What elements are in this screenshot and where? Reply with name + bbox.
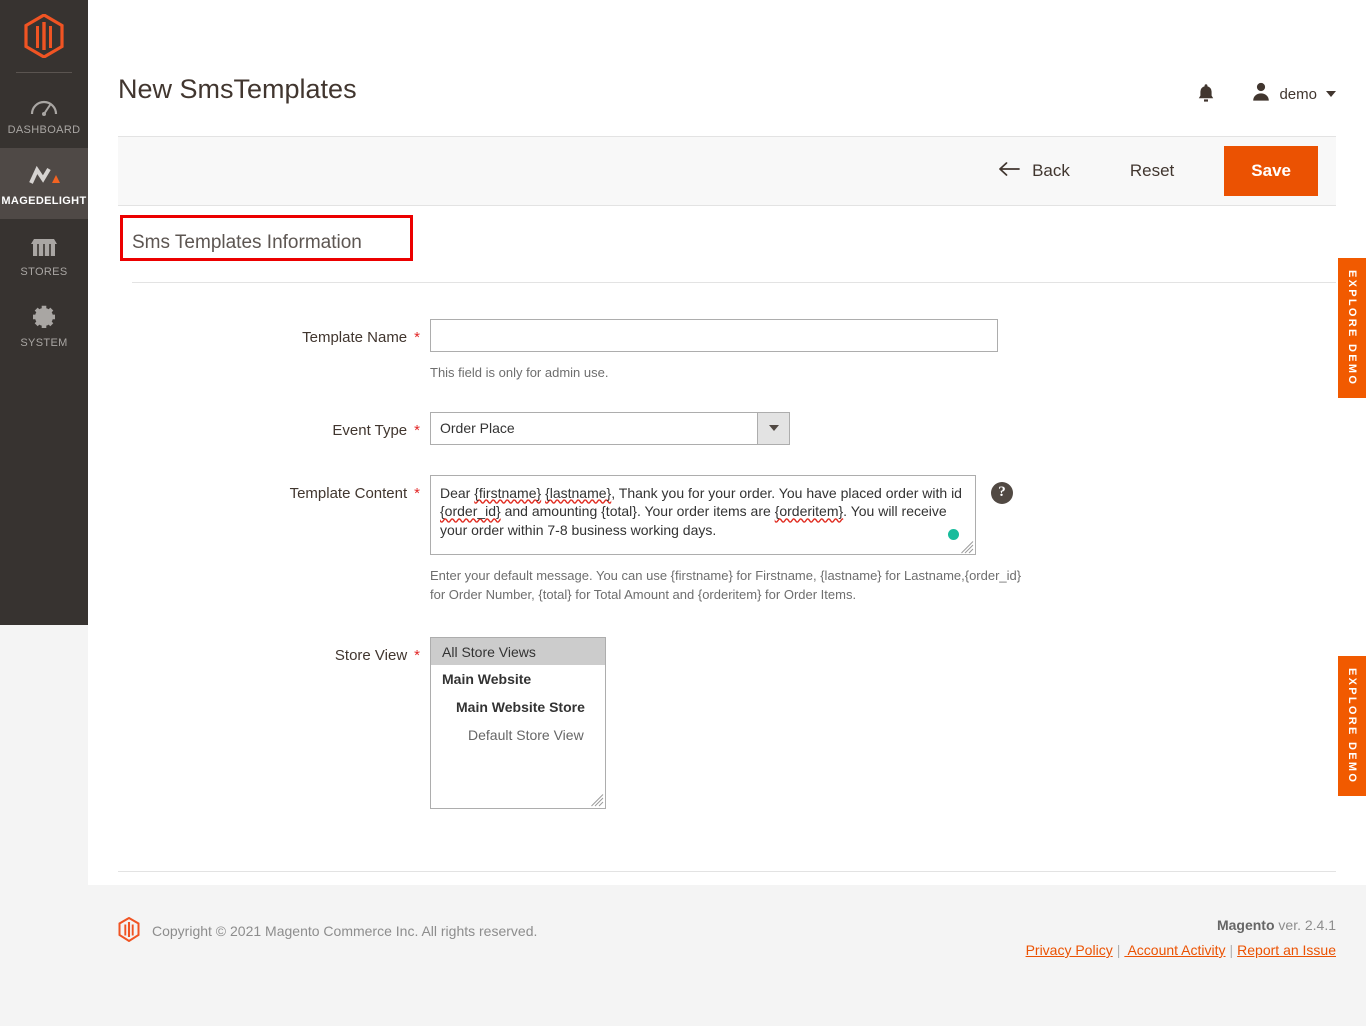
- control-template-content: Dear {firstname} {lastname}, Thank you f…: [430, 474, 1336, 605]
- section-title: Sms Templates Information: [132, 232, 362, 253]
- sms-template-form: Template Name * This field is only for ad…: [118, 283, 1336, 809]
- footer-brand: Magento: [1216, 917, 1275, 933]
- required-asterisk: *: [414, 484, 420, 502]
- store-view-option[interactable]: Main Website: [431, 665, 605, 693]
- footer-version-number: ver. 2.4.1: [1274, 917, 1336, 933]
- store-view-option[interactable]: Main Website Store: [431, 693, 605, 721]
- resize-grip-icon[interactable]: [591, 793, 604, 807]
- resize-grip-icon[interactable]: [961, 540, 974, 554]
- footer-version: Magento ver. 2.4.1: [1026, 917, 1336, 933]
- label-template-content: Template Content *: [289, 484, 420, 502]
- misspelled-token: {orderitem}: [774, 503, 844, 520]
- footer-right: Magento ver. 2.4.1 Privacy Policy | Accou…: [1026, 917, 1336, 958]
- template-content-text: Dear {firstname} {lastname}, Thank you f…: [440, 485, 962, 538]
- page-title: New SmsTemplates: [118, 74, 357, 104]
- sidebar-label-system: SYSTEM: [20, 337, 68, 349]
- explore-demo-tab-top[interactable]: EXPLORE DEMO: [1338, 258, 1366, 398]
- magento-footer-logo-icon: [118, 916, 140, 945]
- page-footer: Copyright © 2021 Magento Commerce Inc. A…: [88, 885, 1366, 1026]
- field-template-name: Template Name * This field is only for ad…: [118, 319, 1336, 383]
- control-template-name: This field is only for admin use.: [430, 319, 1336, 383]
- save-button[interactable]: Save: [1224, 146, 1318, 196]
- sidebar-label-magedelight: MAGEDELIGHT: [1, 195, 87, 207]
- section-title-row: Sms Templates Information: [118, 206, 1336, 282]
- required-asterisk: *: [414, 329, 420, 346]
- store-view-multiselect[interactable]: All Store Views Main Website Main Website …: [430, 636, 606, 809]
- footer-links: Privacy Policy | Account Activity | Report …: [1026, 942, 1336, 958]
- sidebar-label-stores: STORES: [20, 266, 68, 278]
- page-header: New SmsTemplates demo: [88, 0, 1366, 136]
- header-actions: demo: [1196, 82, 1336, 106]
- dashboard-gauge-icon: [30, 87, 58, 117]
- content-bottom-divider: [118, 870, 1336, 872]
- magento-logo-glyph: [24, 14, 64, 58]
- footer-copyright: Copyright © 2021 Magento Commerce Inc. A…: [118, 916, 538, 945]
- note-template-name: This field is only for admin use.: [430, 365, 609, 380]
- misspelled-token: {order_id}: [440, 503, 501, 520]
- arrow-left-icon: [999, 161, 1021, 181]
- footer-link-separator: |: [1116, 942, 1121, 958]
- footer-link-privacy-policy[interactable]: Privacy Policy: [1026, 942, 1113, 958]
- store-view-option[interactable]: Default Store View: [431, 721, 605, 749]
- sidebar-item-stores[interactable]: STORES: [0, 219, 88, 290]
- footer-link-separator: |: [1229, 942, 1234, 958]
- footer-link-report-an-issue[interactable]: Report an Issue: [1237, 942, 1336, 958]
- page-actions-toolbar: Back Reset Save: [118, 136, 1336, 206]
- event-type-selected-value: Order Place: [440, 420, 515, 437]
- form-section: Sms Templates Information Template Name *…: [88, 206, 1366, 809]
- footer-copyright-text: Copyright © 2021 Magento Commerce Inc. A…: [152, 923, 538, 939]
- main-content: New SmsTemplates demo Back Reset Save Sm…: [88, 0, 1366, 1026]
- note-template-content: Enter your default message. You can use …: [430, 567, 1022, 602]
- user-avatar-icon: [1252, 82, 1270, 106]
- label-event-type: Event Type *: [332, 421, 420, 439]
- store-view-option[interactable]: All Store Views: [431, 637, 605, 666]
- content-text: and amounting {total}. Your order items …: [500, 503, 775, 520]
- user-name-label: demo: [1279, 85, 1317, 103]
- label-store-view: Store View *: [334, 646, 420, 664]
- explore-demo-tab-bottom[interactable]: EXPLORE DEMO: [1338, 656, 1366, 796]
- content-text: , Thank you for your order. You have pla…: [611, 484, 962, 501]
- user-menu[interactable]: demo: [1252, 82, 1336, 106]
- magento-logo-icon[interactable]: [0, 0, 88, 72]
- misspelled-token: {lastname}: [545, 484, 612, 501]
- control-store-view: All Store Views Main Website Main Website …: [430, 636, 1336, 809]
- back-button-label: Back: [1032, 161, 1070, 180]
- field-template-content: Template Content * Dear {firstname} {last…: [118, 474, 1336, 605]
- admin-sidebar: DASHBOARD MAGEDELIGHT STORES SYSTEM: [0, 0, 88, 625]
- field-store-view: Store View * All Store Views Main Website M…: [118, 636, 1336, 809]
- required-asterisk: *: [414, 421, 420, 439]
- content-text: Dear: [440, 484, 475, 501]
- event-type-select[interactable]: Order Place: [430, 411, 790, 445]
- label-template-name: Template Name *: [302, 329, 420, 346]
- sidebar-divider: [16, 72, 72, 73]
- sidebar-item-dashboard[interactable]: DASHBOARD: [0, 77, 88, 148]
- footer-link-account-activity[interactable]: Account Activity: [1124, 942, 1225, 958]
- template-content-row: Dear {firstname} {lastname}, Thank you f…: [430, 474, 1336, 555]
- control-event-type: Order Place: [430, 411, 1336, 445]
- chevron-down-icon[interactable]: [757, 412, 789, 444]
- reset-button[interactable]: Reset: [1106, 153, 1198, 189]
- store-icon: [30, 229, 58, 259]
- status-dot-icon: [948, 528, 959, 540]
- notification-bell-icon[interactable]: [1196, 83, 1216, 105]
- help-question-icon[interactable]: ?: [991, 481, 1013, 504]
- field-event-type: Event Type * Order Place: [118, 411, 1336, 445]
- required-asterisk: *: [414, 646, 420, 664]
- sidebar-item-system[interactable]: SYSTEM: [0, 290, 88, 361]
- template-name-input[interactable]: [430, 319, 998, 352]
- template-content-textarea[interactable]: Dear {firstname} {lastname}, Thank you f…: [430, 474, 976, 555]
- admin-page: DASHBOARD MAGEDELIGHT STORES SYSTEM New …: [0, 0, 1366, 1026]
- sidebar-label-dashboard: DASHBOARD: [7, 124, 81, 136]
- sidebar-item-magedelight[interactable]: MAGEDELIGHT: [0, 148, 88, 219]
- chevron-down-icon: [1326, 91, 1336, 97]
- gear-icon: [31, 300, 57, 330]
- magedelight-icon: [28, 158, 60, 188]
- back-button[interactable]: Back: [985, 153, 1084, 189]
- misspelled-token: {firstname}: [474, 484, 542, 501]
